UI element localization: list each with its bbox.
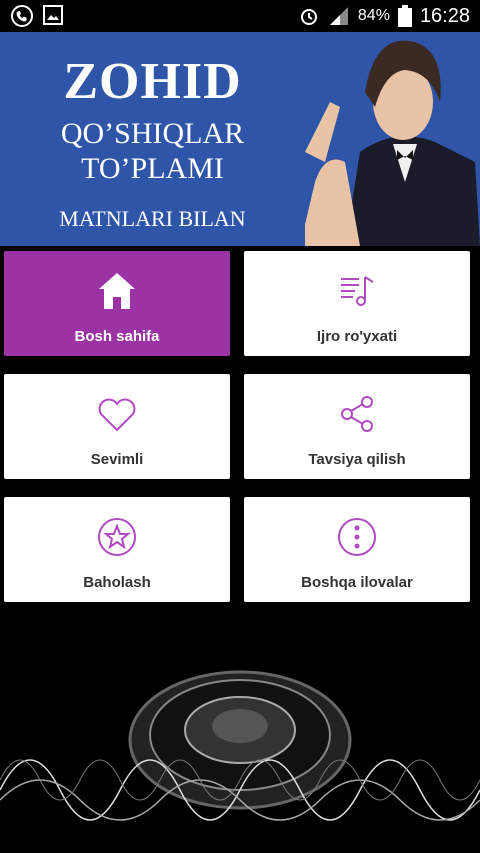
banner-subtitle-line1: QO’SHIQLAR	[60, 117, 245, 150]
more-apps-label: Boshqa ilovalar	[301, 574, 413, 591]
favorites-label: Sevimli	[90, 451, 144, 468]
playlist-button[interactable]: Ijro ro'yxati	[244, 251, 470, 356]
favorites-button[interactable]: Sevimli	[4, 374, 230, 479]
status-bar: 84% 16:28	[0, 0, 480, 32]
more-icon	[338, 518, 376, 556]
star-icon	[98, 518, 136, 556]
image-notification-icon	[43, 5, 63, 25]
phone-icon	[11, 5, 33, 27]
rate-button[interactable]: Baholash	[4, 497, 230, 602]
home-button[interactable]: Bosh sahifa	[4, 251, 230, 356]
battery-icon	[397, 5, 412, 27]
more-apps-button[interactable]: Boshqa ilovalar	[244, 497, 470, 602]
banner-caption: MATNLARI BILAN	[59, 206, 246, 231]
heart-icon	[98, 398, 136, 432]
artist-photo	[305, 32, 480, 246]
banner-subtitle-line2: TO’PLAMI	[81, 152, 224, 185]
home-label: Bosh sahifa	[74, 328, 160, 345]
app-banner: ZOHID QO’SHIQLAR TO’PLAMI MATNLARI BILAN	[0, 32, 480, 246]
clock: 16:28	[419, 4, 470, 27]
alarm-icon	[300, 9, 317, 25]
rate-label: Baholash	[83, 574, 151, 591]
playlist-icon	[341, 276, 374, 306]
share-label: Tavsiya qilish	[308, 451, 406, 468]
battery-percent: 84%	[357, 7, 390, 24]
home-icon	[99, 273, 135, 309]
banner-title: ZOHID	[63, 53, 242, 110]
share-icon	[341, 396, 373, 432]
share-button[interactable]: Tavsiya qilish	[244, 374, 470, 479]
speaker-wave-artwork	[0, 670, 480, 821]
signal-icon	[329, 7, 348, 25]
playlist-label: Ijro ro'yxati	[316, 328, 398, 345]
